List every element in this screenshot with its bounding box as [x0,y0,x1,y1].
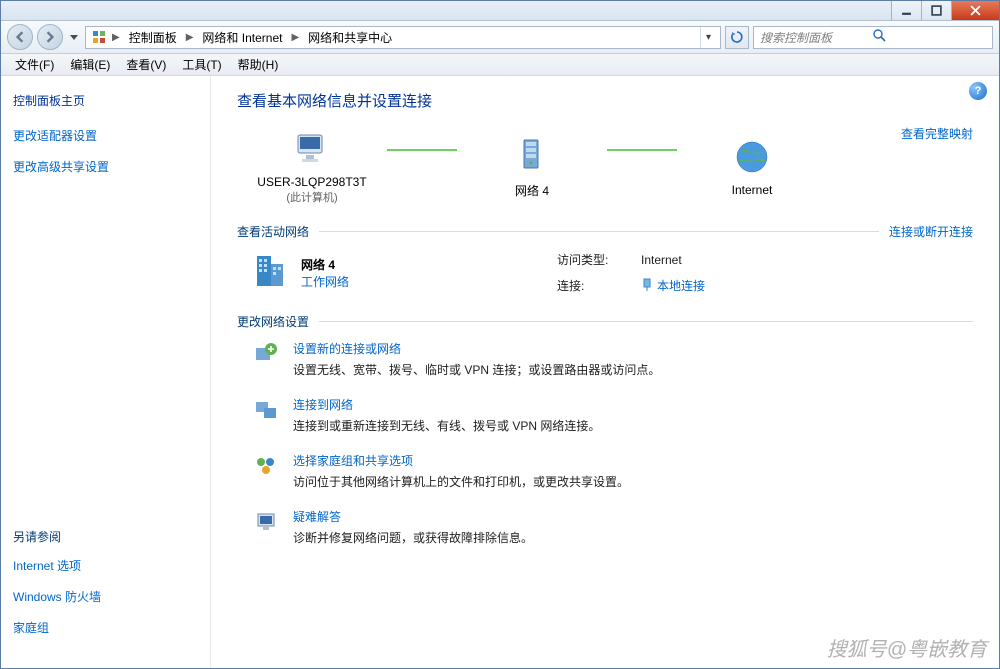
breadcrumb-item[interactable]: 网络和 Internet [197,27,287,48]
new-connection-icon [253,340,279,378]
setting-row: 设置新的连接或网络设置无线、宽带、拨号、临时或 VPN 连接；或设置路由器或访问… [253,340,973,378]
setting-row: 疑难解答诊断并修复网络问题，或获得故障排除信息。 [253,508,973,546]
network-name: 网络 4 [301,256,349,273]
address-dropdown[interactable]: ▾ [700,27,716,48]
window-titlebar [1,1,999,21]
setting-link[interactable]: 选择家庭组和共享选项 [293,452,413,469]
view-full-map-link[interactable]: 查看完整映射 [901,125,973,142]
search-placeholder: 搜索控制面板 [760,29,873,46]
troubleshoot-icon [253,508,279,546]
internet-globe-icon [677,133,827,181]
navigation-bar: ▶ 控制面板 ▶ 网络和 Internet ▶ 网络和共享中心 ▾ 搜索控制面板 [1,21,999,54]
computer-icon [237,125,387,173]
search-box[interactable]: 搜索控制面板 [753,26,993,49]
menu-tools[interactable]: 工具(T) [174,56,229,73]
setting-desc: 连接到或重新连接到无线、有线、拨号或 VPN 网络连接。 [293,417,600,434]
breadcrumb-separator[interactable]: ▶ [110,32,122,43]
map-node-internet: Internet [677,133,827,197]
content-area: ? 控制面板主页 更改适配器设置 更改高级共享设置 另请参阅 Internet … [1,76,999,668]
active-network-block: 网络 4 工作网络 访问类型: Internet 连接: 本地连接 [249,250,973,295]
see-also-link[interactable]: Windows 防火墙 [13,588,101,605]
setting-desc: 设置无线、宽带、拨号、临时或 VPN 连接；或设置路由器或访问点。 [293,361,660,378]
map-node-label: USER-3LQP298T3T [237,175,387,189]
close-button[interactable] [951,1,999,20]
access-type-label: 访问类型: [557,251,627,268]
network-type-link[interactable]: 工作网络 [301,273,349,290]
map-node-label: Internet [677,183,827,197]
watermark: 搜狐号@粤嵌教育 [827,633,987,662]
maximize-button[interactable] [921,1,951,20]
sidebar: 控制面板主页 更改适配器设置 更改高级共享设置 另请参阅 Internet 选项… [1,76,211,668]
page-title: 查看基本网络信息并设置连接 [237,90,973,111]
access-type-value: Internet [641,253,705,267]
setting-desc: 访问位于其他网络计算机上的文件和打印机，或更改共享设置。 [293,473,629,490]
menu-bar: 文件(F) 编辑(E) 查看(V) 工具(T) 帮助(H) [1,54,999,76]
map-node-computer: USER-3LQP298T3T (此计算机) [237,125,387,205]
main-panel: 查看基本网络信息并设置连接 USER-3LQP298T3T (此计算机) 网络 … [211,76,999,668]
control-panel-home-link[interactable]: 控制面板主页 [13,92,198,109]
refresh-button[interactable] [725,26,749,49]
address-bar[interactable]: ▶ 控制面板 ▶ 网络和 Internet ▶ 网络和共享中心 ▾ [85,26,721,49]
menu-edit[interactable]: 编辑(E) [62,56,118,73]
nav-history-dropdown[interactable] [67,35,81,40]
setting-row: 选择家庭组和共享选项访问位于其他网络计算机上的文件和打印机，或更改共享设置。 [253,452,973,490]
breadcrumb-separator[interactable]: ▶ [184,32,196,43]
see-also-header: 另请参阅 [13,528,101,545]
menu-view[interactable]: 查看(V) [118,56,174,73]
sidebar-link[interactable]: 更改适配器设置 [13,127,198,144]
setting-desc: 诊断并修复网络问题，或获得故障排除信息。 [293,529,533,546]
back-button[interactable] [7,24,33,50]
sidebar-link[interactable]: 更改高级共享设置 [13,158,198,175]
network-device-icon [457,132,607,180]
network-building-icon [249,250,291,295]
homegroup-icon [253,452,279,490]
connection-line [387,149,457,151]
connection-line [607,149,677,151]
breadcrumb-item[interactable]: 网络和共享中心 [303,27,397,48]
setting-link[interactable]: 疑难解答 [293,508,341,525]
section-title: 查看活动网络 [237,223,309,240]
breadcrumb-item[interactable]: 控制面板 [124,27,182,48]
menu-help[interactable]: 帮助(H) [230,56,287,73]
connect-network-icon [253,396,279,434]
map-node-label: 网络 4 [457,182,607,199]
see-also-link[interactable]: Internet 选项 [13,557,101,574]
setting-row: 连接到网络连接到或重新连接到无线、有线、拨号或 VPN 网络连接。 [253,396,973,434]
connect-disconnect-link[interactable]: 连接或断开连接 [889,223,973,240]
nic-icon [641,278,653,292]
map-node-sublabel: (此计算机) [237,189,387,205]
see-also-section: 另请参阅 Internet 选项 Windows 防火墙 家庭组 [13,528,101,650]
forward-button[interactable] [37,24,63,50]
setting-link[interactable]: 连接到网络 [293,396,353,413]
setting-link[interactable]: 设置新的连接或网络 [293,340,401,357]
control-panel-icon [90,29,108,45]
menu-file[interactable]: 文件(F) [7,56,62,73]
search-icon[interactable] [873,29,986,45]
active-networks-section: 查看活动网络 连接或断开连接 网络 4 工作网络 访问类型: Internet … [237,223,973,295]
breadcrumb-separator[interactable]: ▶ [289,32,301,43]
minimize-button[interactable] [891,1,921,20]
section-title: 更改网络设置 [237,313,309,330]
see-also-link[interactable]: 家庭组 [13,619,101,636]
connection-label: 连接: [557,277,627,294]
network-map: USER-3LQP298T3T (此计算机) 网络 4 Internet 查看完… [237,125,973,205]
connection-link[interactable]: 本地连接 [641,277,705,294]
change-settings-section: 更改网络设置 设置新的连接或网络设置无线、宽带、拨号、临时或 VPN 连接；或设… [237,313,973,546]
map-node-network: 网络 4 [457,132,607,199]
